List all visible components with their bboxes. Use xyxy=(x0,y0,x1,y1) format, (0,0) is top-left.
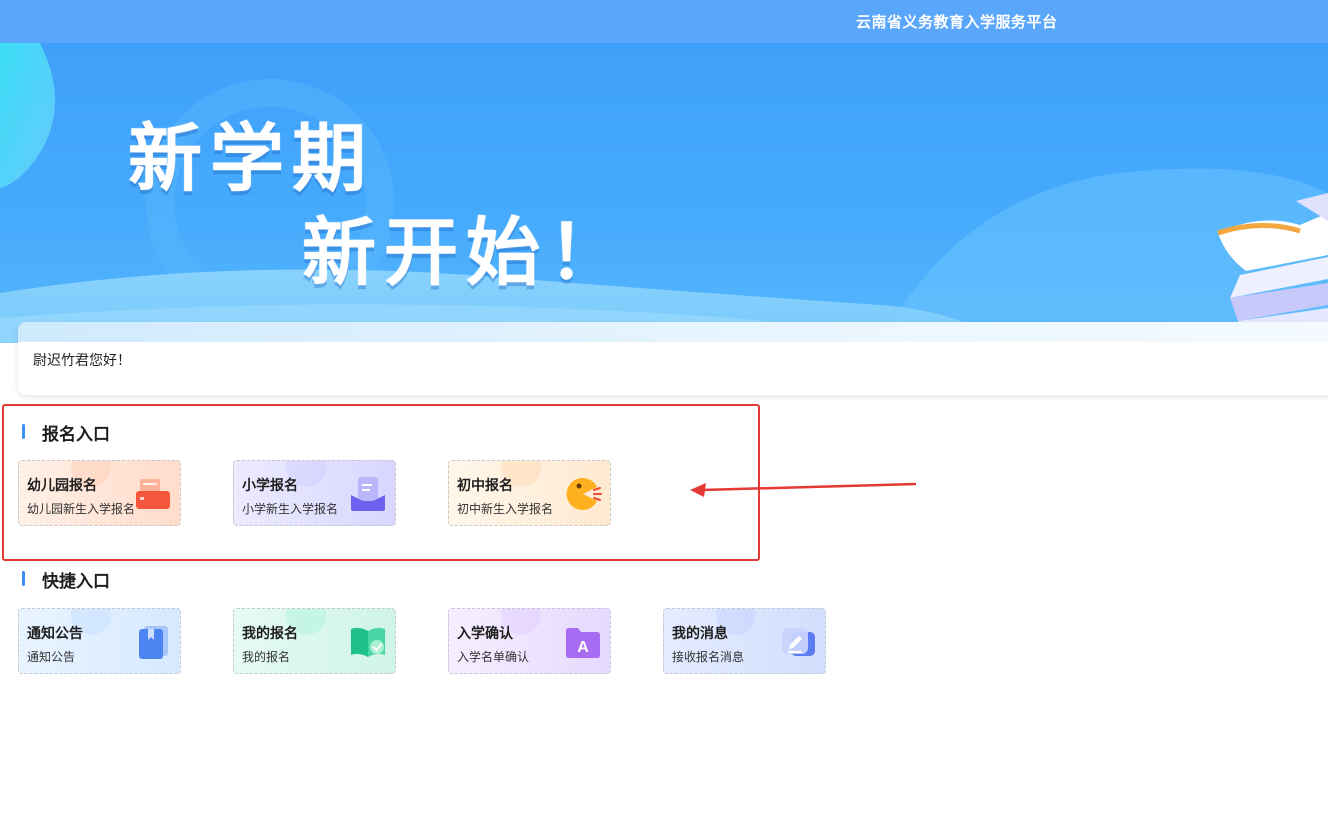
document-tray-icon xyxy=(351,477,385,511)
greeting-card: 尉迟竹君您好！ xyxy=(18,322,1328,395)
tile-title: 初中报名 xyxy=(457,478,513,494)
shortcuts-section-label: 快捷入口 xyxy=(42,572,110,592)
open-book-check-icon xyxy=(351,627,385,657)
section-accent-bar xyxy=(22,571,25,586)
top-header-bar: 云南省义务教育入学服务平台 xyxy=(0,0,1328,43)
my-messages-shortcut-tile[interactable]: 我的消息 接收报名消息 xyxy=(663,608,826,674)
notice-shortcut-tile[interactable]: 通知公告 通知公告 xyxy=(18,608,181,674)
tile-description: 通知公告 xyxy=(27,650,76,664)
tile-description: 接收报名消息 xyxy=(672,650,745,664)
annotation-arrow-icon xyxy=(690,482,917,497)
tile-title: 幼儿园报名 xyxy=(27,478,97,494)
tile-description: 幼儿园新生入学报名 xyxy=(27,502,136,516)
banner-slogan-line1: 新学期 xyxy=(128,116,374,202)
notice-book-icon xyxy=(139,626,168,659)
chomper-icon xyxy=(566,477,602,510)
tile-description: 入学名单确认 xyxy=(457,650,530,664)
printer-icon xyxy=(136,479,170,509)
tile-description: 初中新生入学报名 xyxy=(457,502,554,516)
tile-title: 通知公告 xyxy=(27,626,83,642)
hero-banner: 新学期 新开始！ xyxy=(0,43,1328,343)
primary-school-registration-tile[interactable]: 小学报名 小学新生入学报名 xyxy=(233,460,396,526)
svg-text:A: A xyxy=(577,639,589,656)
letter-a-folder-icon: A xyxy=(566,628,600,658)
user-greeting: 尉迟竹君您好！ xyxy=(33,353,131,369)
enrollment-confirmation-shortcut-tile[interactable]: 入学确认 入学名单确认 A xyxy=(448,608,611,674)
platform-title: 云南省义务教育入学服务平台 xyxy=(856,13,1058,31)
registration-section-label: 报名入口 xyxy=(42,425,110,445)
message-edit-icon xyxy=(782,628,815,656)
tile-title: 入学确认 xyxy=(457,626,513,642)
tile-title: 我的报名 xyxy=(242,626,298,642)
tile-title: 小学报名 xyxy=(242,478,298,494)
kindergarten-registration-tile[interactable]: 幼儿园报名 幼儿园新生入学报名 xyxy=(18,460,181,526)
greeting-card-header-glow xyxy=(18,322,1328,342)
my-registration-shortcut-tile[interactable]: 我的报名 我的报名 xyxy=(233,608,396,674)
tile-description: 我的报名 xyxy=(242,650,291,664)
junior-high-registration-tile[interactable]: 初中报名 初中新生入学报名 xyxy=(448,460,611,526)
banner-slogan-line2: 新开始！ xyxy=(302,210,630,296)
section-accent-bar xyxy=(22,424,25,439)
tile-title: 我的消息 xyxy=(672,626,728,642)
tile-description: 小学新生入学报名 xyxy=(242,502,339,516)
